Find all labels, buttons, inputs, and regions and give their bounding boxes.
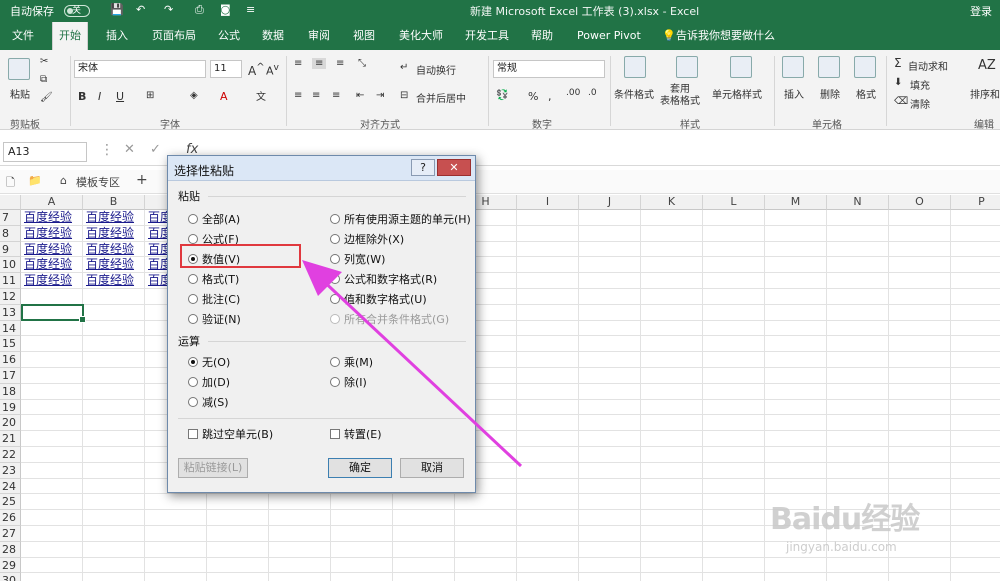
baidu-watermark: Baidu经验 [770,502,920,537]
baidu-watermark-url: jingyan.baidu.com [786,540,897,554]
arrow-head [302,260,342,296]
arrow-shaft [316,274,523,468]
